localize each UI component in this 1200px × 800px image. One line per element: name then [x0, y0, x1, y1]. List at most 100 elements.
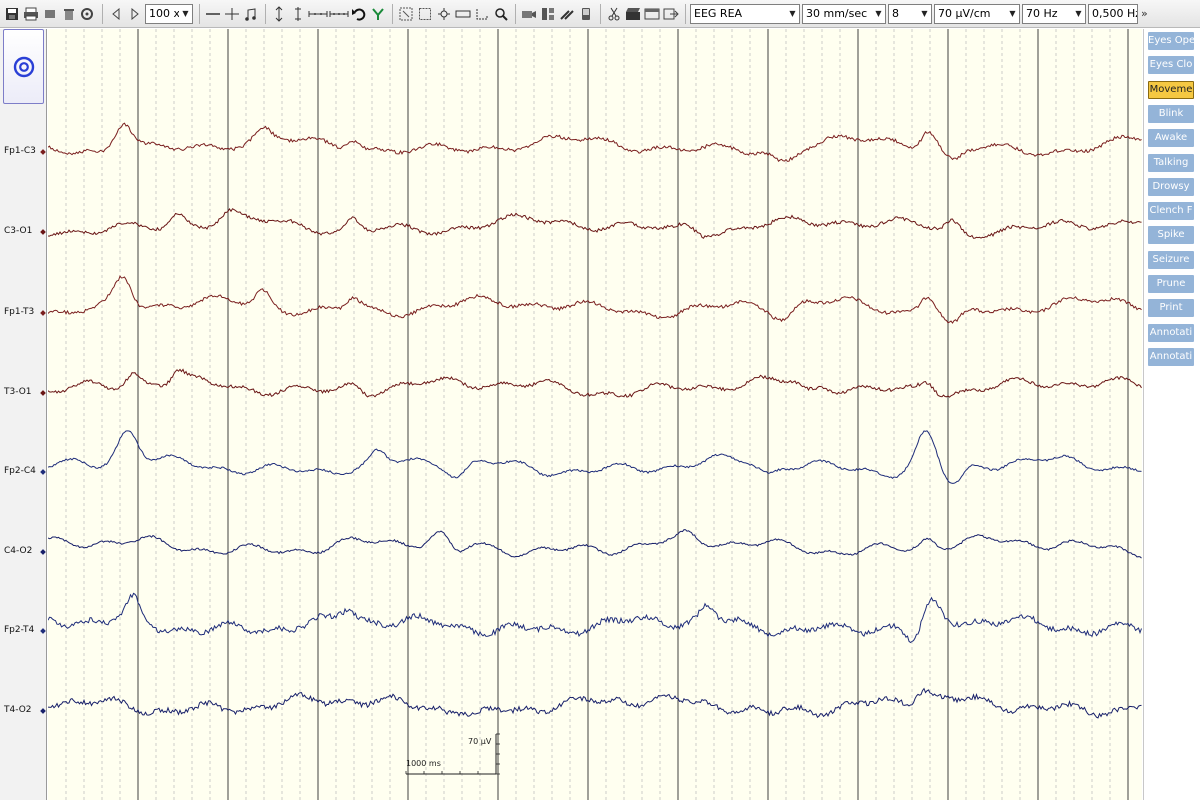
toolbar: 100 x ▼ EEG REA ▼ 30 mm/sec ▼ 8 ▼ 70 µV/…: [0, 0, 1200, 28]
toolbar-separator: [685, 3, 686, 24]
channel-marker-icon[interactable]: [40, 708, 46, 714]
eeg-trace: [48, 122, 1142, 162]
annotation-button[interactable]: Drowsy: [1148, 177, 1194, 196]
channel-label: T4-O2: [4, 705, 32, 715]
device-icon[interactable]: [577, 4, 595, 24]
filter-icon[interactable]: [369, 4, 387, 24]
tools-icon[interactable]: [558, 4, 576, 24]
channel-label: Fp1-C3: [4, 146, 36, 156]
low-filter-select[interactable]: 0,500 Hz: [1088, 3, 1138, 24]
eeg-traces: 70 µV 1000 ms: [48, 29, 1142, 800]
target-icon: [13, 56, 34, 77]
eeg-trace: [48, 275, 1142, 324]
annotation-button[interactable]: Blink: [1148, 104, 1194, 123]
save-icon[interactable]: [3, 4, 21, 24]
window-icon[interactable]: [643, 4, 661, 24]
delete-icon[interactable]: [60, 4, 78, 24]
channel-count-select[interactable]: 8 ▼: [888, 3, 932, 24]
toolbar-separator: [265, 3, 266, 24]
channel-marker-icon[interactable]: [40, 310, 46, 316]
annotation-button[interactable]: Eyes Clo: [1148, 56, 1194, 75]
stop-icon[interactable]: [41, 4, 59, 24]
amplitude-down-icon[interactable]: [289, 4, 307, 24]
crosshair-icon[interactable]: [435, 4, 453, 24]
select-region-icon[interactable]: [397, 4, 415, 24]
annotation-button[interactable]: Print: [1148, 299, 1194, 318]
chevron-down-icon: ▼: [921, 9, 928, 18]
sensitivity-select[interactable]: 70 µV/cm ▼: [934, 3, 1020, 24]
eeg-trace: [48, 687, 1142, 719]
vertical-marker-icon[interactable]: [223, 4, 241, 24]
channel-marker-icon[interactable]: [40, 390, 46, 396]
cut-icon[interactable]: [605, 4, 623, 24]
next-page-icon[interactable]: [126, 4, 144, 24]
page-width-select[interactable]: 100 x ▼: [145, 3, 193, 24]
eeg-trace: [48, 368, 1142, 398]
annotation-button[interactable]: Annotati: [1148, 323, 1194, 342]
settings-icon[interactable]: [79, 4, 97, 24]
speed-select[interactable]: 30 mm/sec ▼: [802, 3, 886, 24]
montage-icon[interactable]: [539, 4, 557, 24]
clapperboard-icon[interactable]: [624, 4, 642, 24]
channel-label: Fp2-C4: [4, 466, 36, 476]
music-note-icon[interactable]: [242, 4, 260, 24]
channel-label: C4-O2: [4, 546, 33, 556]
overflow-chevron-icon[interactable]: »: [1141, 7, 1148, 20]
channel-marker-icon[interactable]: [40, 469, 46, 475]
channel-marker-icon[interactable]: [40, 549, 46, 555]
annotation-button[interactable]: Awake: [1148, 129, 1194, 148]
annotation-button[interactable]: Annotati: [1148, 347, 1194, 366]
toolbar-separator: [600, 3, 601, 24]
channel-marker-icon[interactable]: [40, 149, 46, 155]
sensitivity-value: 70 µV/cm: [938, 7, 991, 20]
video-icon[interactable]: [520, 4, 538, 24]
annotation-button[interactable]: Spike: [1148, 226, 1194, 245]
eeg-trace: [48, 430, 1142, 484]
time-scale-label: 1000 ms: [406, 759, 441, 768]
amplitude-scale-label: 70 µV: [468, 737, 492, 746]
channel-label: Fp2-T4: [4, 625, 35, 635]
annotation-button[interactable]: Clench F: [1148, 202, 1194, 221]
high-filter-value: 70 Hz: [1026, 7, 1058, 20]
export-icon[interactable]: [662, 4, 680, 24]
time-compress-icon[interactable]: [308, 4, 328, 24]
eeg-viewer-window: 100 x ▼ EEG REA ▼ 30 mm/sec ▼ 8 ▼ 70 µV/…: [0, 0, 1200, 800]
eeg-trace-area[interactable]: 70 µV 1000 ms: [48, 29, 1142, 800]
channel-marker-icon[interactable]: [40, 229, 46, 235]
measure-icon[interactable]: [473, 4, 491, 24]
chevron-down-icon: ▼: [182, 9, 189, 18]
target-button[interactable]: [3, 29, 44, 104]
high-filter-select[interactable]: 70 Hz ▼: [1022, 3, 1086, 24]
horizontal-line-icon[interactable]: [204, 4, 222, 24]
ruler-icon[interactable]: [454, 4, 472, 24]
undo-icon[interactable]: [350, 4, 368, 24]
print-icon[interactable]: [22, 4, 40, 24]
annotation-button[interactable]: Eyes Ope: [1148, 32, 1194, 50]
channel-label-panel: Fp1-C3 C3-O1 Fp1-T3 T3-O1 Fp2-C4 C4-O2 Fp2-T4 T…: [0, 29, 47, 800]
previous-page-icon[interactable]: [107, 4, 125, 24]
eeg-trace: [48, 592, 1142, 644]
toolbar-separator: [199, 3, 200, 24]
page-width-value: 100 x: [149, 7, 179, 20]
rectangle-select-icon[interactable]: [416, 4, 434, 24]
annotation-button[interactable]: Talking: [1148, 153, 1194, 172]
montage-value: EEG REA: [694, 7, 743, 20]
annotation-button[interactable]: Prune: [1148, 275, 1194, 293]
channel-label: C3-O1: [4, 226, 33, 236]
toolbar-separator: [392, 3, 393, 24]
time-expand-icon[interactable]: [329, 4, 349, 24]
channel-label: Fp1-T3: [4, 307, 35, 317]
eeg-trace: [48, 529, 1142, 559]
eeg-trace: [48, 207, 1142, 239]
toolbar-separator: [102, 3, 103, 24]
annotation-button[interactable]: Seizure: [1148, 250, 1194, 269]
low-filter-value: 0,500 Hz: [1092, 7, 1137, 20]
annotation-button[interactable]: Moveme: [1148, 80, 1194, 99]
chevron-down-icon: ▼: [789, 9, 796, 18]
amplitude-up-icon[interactable]: [270, 4, 288, 24]
montage-select[interactable]: EEG REA ▼: [690, 3, 800, 24]
zoom-icon[interactable]: [492, 4, 510, 24]
channel-count-value: 8: [892, 7, 899, 20]
channel-marker-icon[interactable]: [40, 628, 46, 634]
channel-label: T3-O1: [4, 387, 32, 397]
